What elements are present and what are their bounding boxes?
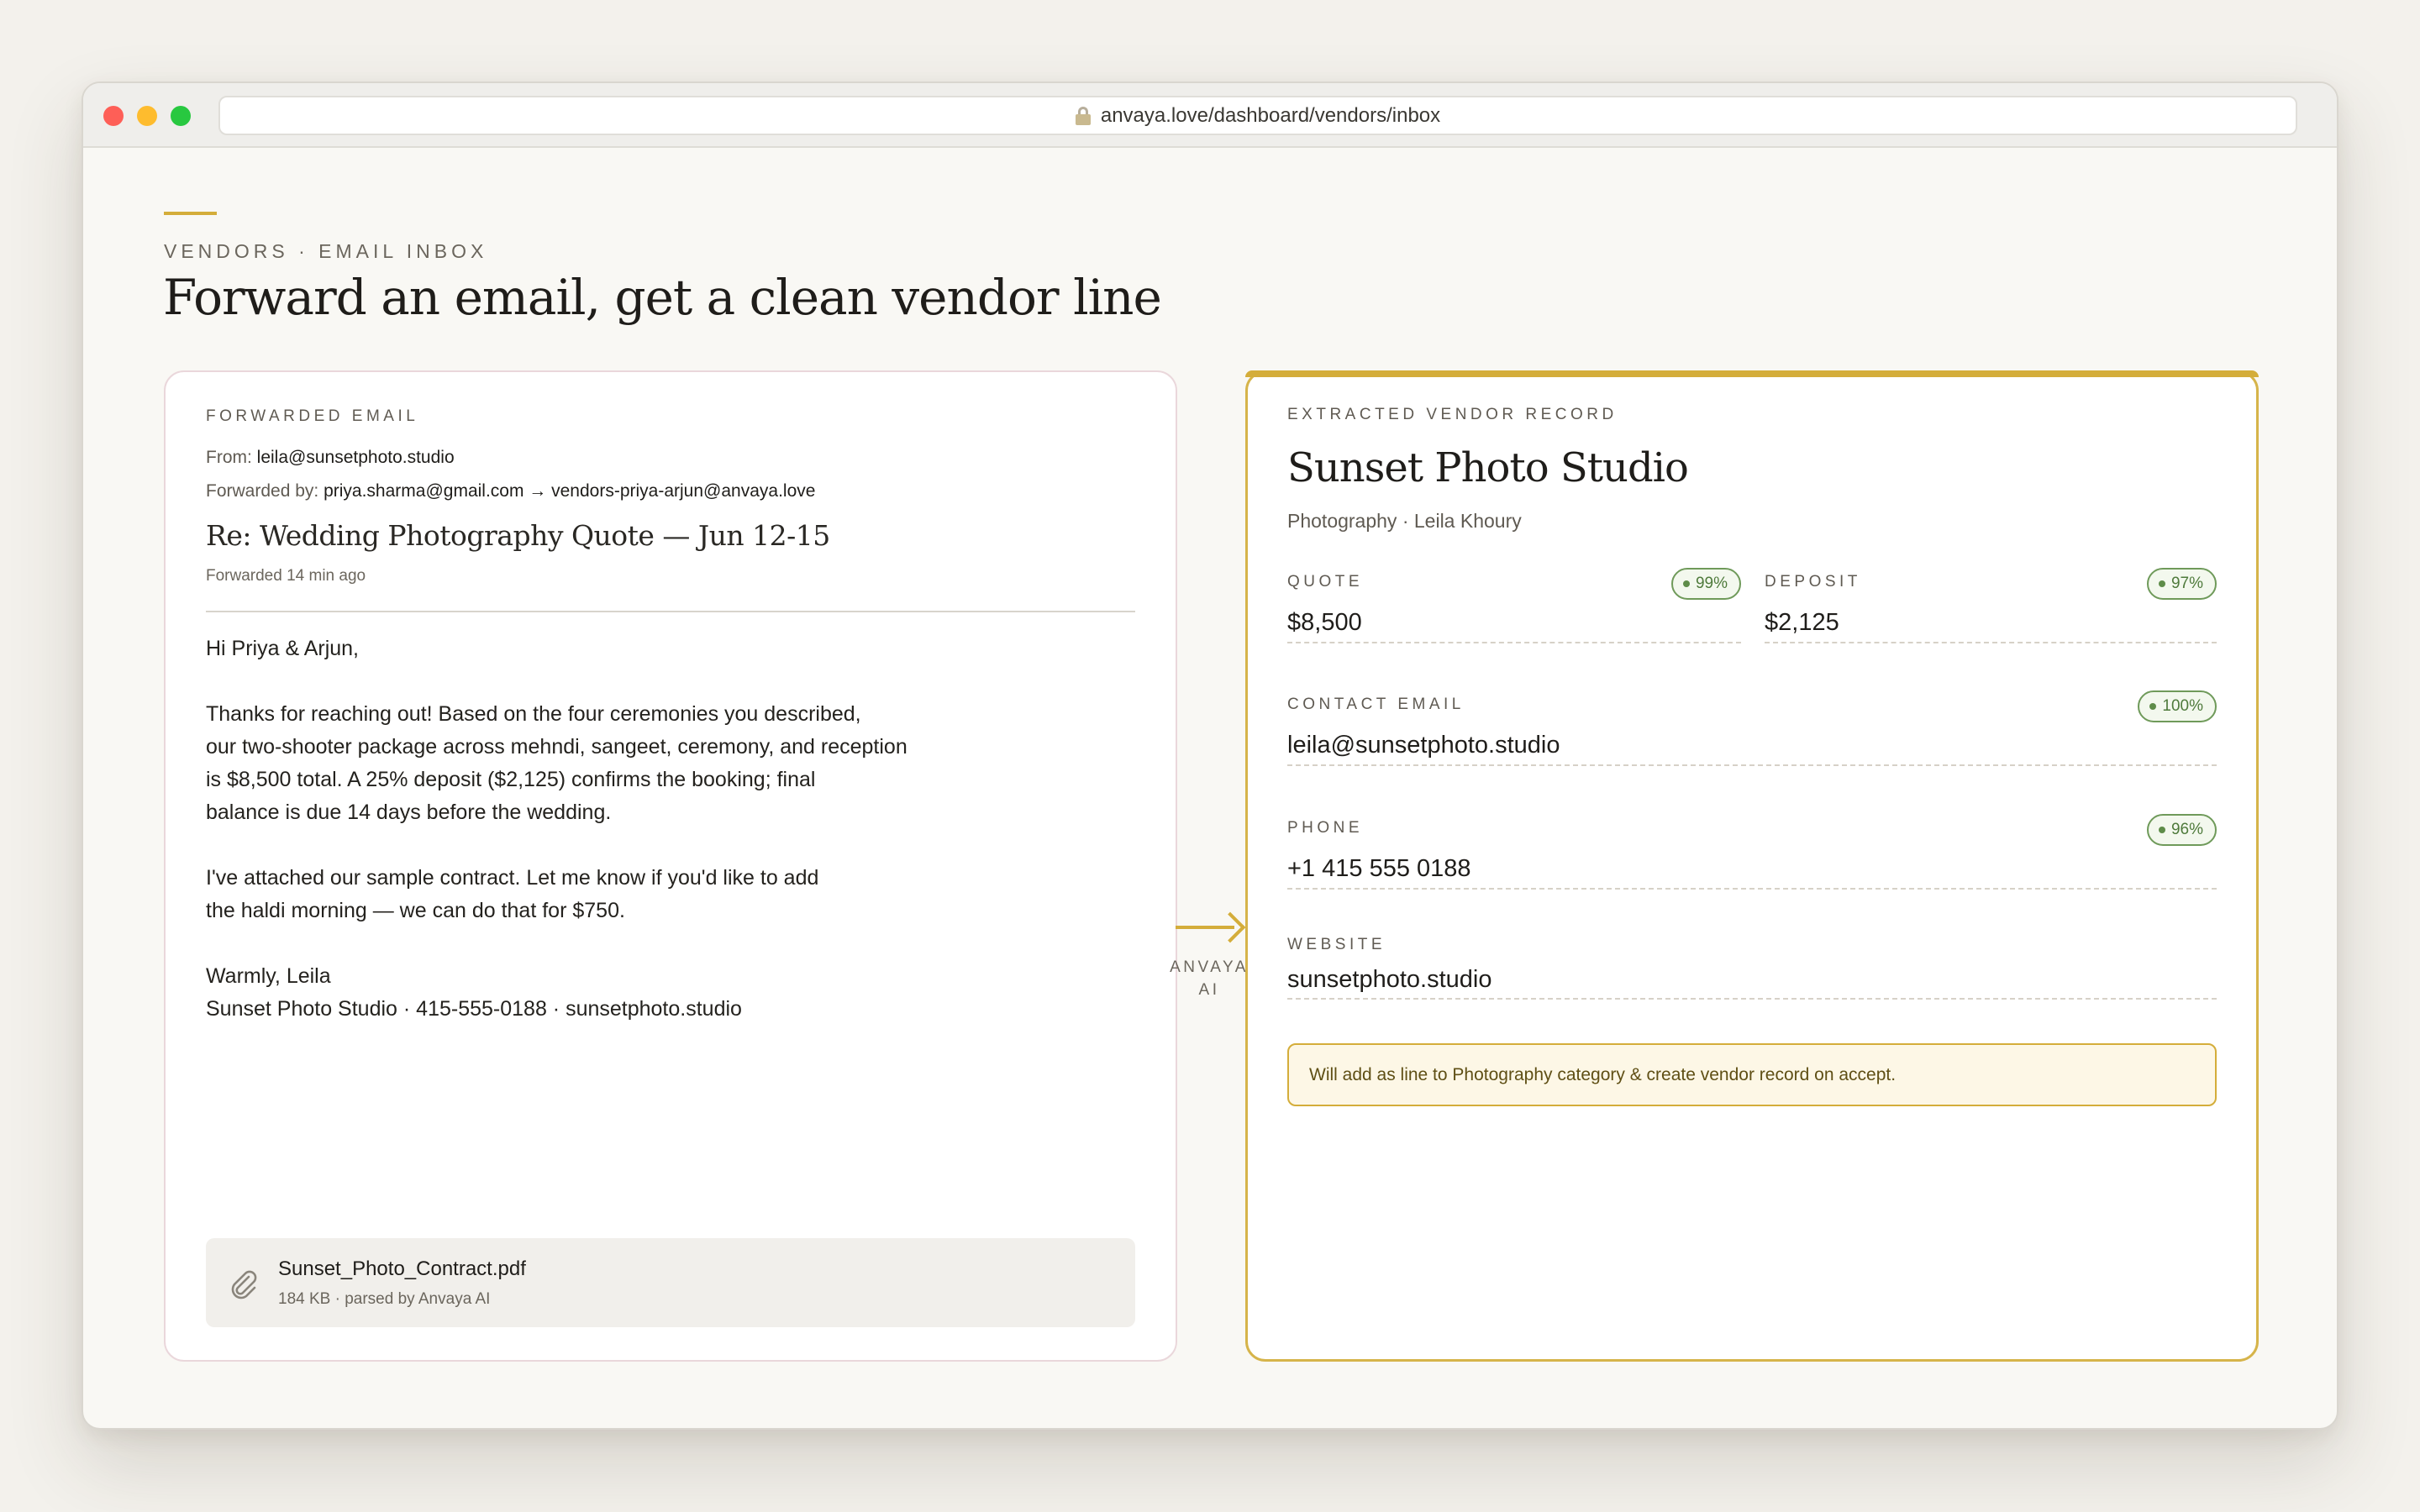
accept-notice: Will add as line to Photography category…	[1287, 1043, 2217, 1106]
phone-label: PHONE	[1287, 819, 1364, 837]
quote-value[interactable]: $8,500	[1287, 609, 1362, 637]
email-attachment[interactable]: Sunset_Photo_Contract.pdf 184 KB · parse…	[206, 1238, 1135, 1327]
connector-label: ANVAYA AI	[1170, 958, 1249, 999]
forwarded-email-label: FORWARDED EMAIL	[206, 407, 419, 425]
email-body: Hi Priya & Arjun, Thanks for reaching ou…	[206, 633, 1046, 1058]
field-website[interactable]: WEBSITE sunsetphoto.studio	[1287, 936, 2217, 1000]
vendor-name: Sunset Photo Studio	[1287, 444, 1689, 491]
forwarded-by-label: Forwarded by:	[206, 481, 319, 501]
from-value: leila@sunsetphoto.studio	[256, 448, 455, 467]
minimize-window-button[interactable]	[137, 106, 157, 126]
email-subject: Re: Wedding Photography Quote — Jun 12-1…	[206, 519, 830, 552]
confidence-badge: 100%	[2138, 690, 2217, 722]
arrow-right-icon	[1214, 911, 1246, 943]
lock-icon	[1075, 106, 1091, 125]
website-value[interactable]: sunsetphoto.studio	[1287, 966, 1491, 994]
contact-email-label: CONTACT EMAIL	[1287, 696, 1465, 713]
attachment-meta: 184 KB · parsed by Anvaya AI	[278, 1290, 491, 1308]
deposit-value[interactable]: $2,125	[1765, 609, 1839, 637]
field-phone[interactable]: PHONE 96% +1 415 555 0188	[1287, 814, 2217, 890]
website-label: WEBSITE	[1287, 936, 1386, 953]
field-deposit[interactable]: DEPOSIT 97% $2,125	[1765, 568, 2217, 643]
email-greeting: Hi Priya & Arjun,	[206, 637, 360, 660]
card-accent-bar	[1245, 370, 2259, 377]
extracted-record-label: EXTRACTED VENDOR RECORD	[1287, 406, 1618, 423]
email-paragraph-2: I've attached our sample contract. Let m…	[206, 866, 819, 922]
accent-rule	[164, 212, 217, 215]
forwarded-by-value: priya.sharma@gmail.com → vendors-priya-a…	[324, 481, 816, 501]
email-from: From: leila@sunsetphoto.studio	[206, 448, 455, 468]
from-label: From:	[206, 448, 252, 467]
page-eyebrow: VENDORS · EMAIL INBOX	[164, 240, 488, 262]
contact-email-value[interactable]: leila@sunsetphoto.studio	[1287, 732, 1560, 759]
maximize-window-button[interactable]	[171, 106, 191, 126]
email-timestamp: Forwarded 14 min ago	[206, 567, 366, 585]
forwarded-email-card: FORWARDED EMAIL From: leila@sunsetphoto.…	[164, 370, 1177, 1362]
url-text[interactable]: anvaya.love/dashboard/vendors/inbox	[1101, 104, 1440, 128]
confidence-badge: 99%	[1670, 568, 1741, 600]
close-window-button[interactable]	[103, 106, 124, 126]
paperclip-icon	[231, 1270, 257, 1299]
email-divider	[206, 611, 1135, 612]
field-quote[interactable]: QUOTE 99% $8,500	[1287, 568, 1741, 643]
confidence-badge: 96%	[2146, 814, 2217, 846]
confidence-badge: 97%	[2146, 568, 2217, 600]
vendor-subtitle: Photography · Leila Khoury	[1287, 510, 1522, 532]
phone-value[interactable]: +1 415 555 0188	[1287, 855, 1471, 883]
page-title: Forward an email, get a clean vendor lin…	[163, 269, 1162, 326]
email-forwarded-by: Forwarded by: priya.sharma@gmail.com → v…	[206, 481, 815, 501]
deposit-label: DEPOSIT	[1765, 573, 1861, 591]
quote-label: QUOTE	[1287, 573, 1364, 591]
extracted-vendor-card: EXTRACTED VENDOR RECORD Sunset Photo Stu…	[1245, 370, 2259, 1362]
field-contact-email[interactable]: CONTACT EMAIL 100% leila@sunsetphoto.stu…	[1287, 690, 2217, 766]
email-signoff: Warmly, Leila Sunset Photo Studio · 415-…	[206, 964, 742, 1021]
email-paragraph-1: Thanks for reaching out! Based on the fo…	[206, 702, 908, 824]
page-content: VENDORS · EMAIL INBOX Forward an email, …	[83, 148, 2337, 1428]
address-bar[interactable]: anvaya.love/dashboard/vendors/inbox	[218, 96, 2297, 135]
attachment-name[interactable]: Sunset_Photo_Contract.pdf	[278, 1257, 526, 1281]
browser-titlebar: anvaya.love/dashboard/vendors/inbox	[83, 83, 2337, 148]
browser-window: anvaya.love/dashboard/vendors/inbox VEND…	[82, 81, 2338, 1430]
